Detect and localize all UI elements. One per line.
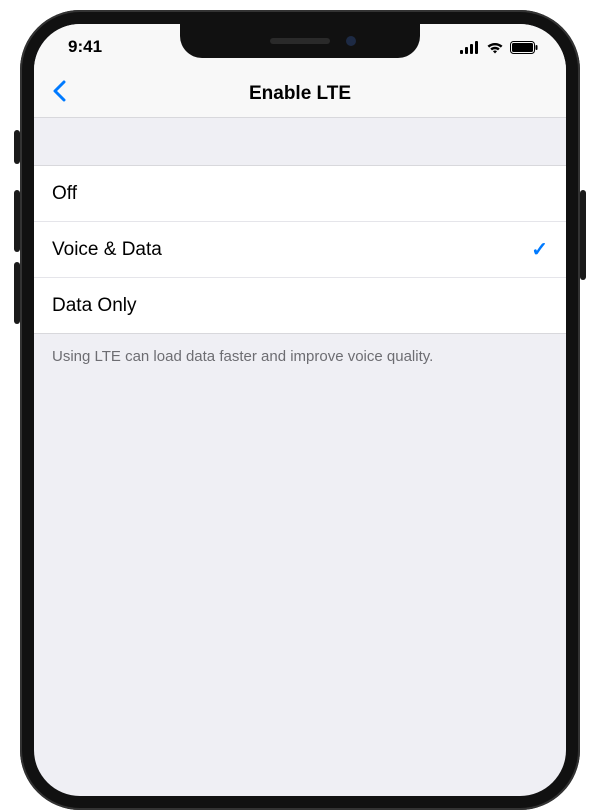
front-camera: [346, 36, 356, 46]
status-indicators: [460, 41, 538, 54]
option-data-only[interactable]: Data Only: [34, 278, 566, 334]
nav-bar: Enable LTE: [34, 70, 566, 118]
phone-screen: 9:41: [34, 24, 566, 796]
notch: [180, 24, 420, 58]
battery-icon: [510, 41, 538, 54]
side-button: [580, 190, 586, 280]
option-label: Off: [52, 183, 77, 205]
wifi-icon: [486, 41, 504, 54]
options-list: Off Voice & Data ✓ Data Only: [34, 166, 566, 334]
checkmark-icon: ✓: [531, 237, 548, 262]
cellular-signal-icon: [460, 41, 480, 54]
chevron-left-icon: [52, 80, 66, 107]
phone-frame: 9:41: [20, 10, 580, 810]
status-time: 9:41: [68, 37, 138, 57]
option-voice-and-data[interactable]: Voice & Data ✓: [34, 222, 566, 278]
speaker-grille: [270, 38, 330, 44]
option-off[interactable]: Off: [34, 166, 566, 222]
option-label: Voice & Data: [52, 239, 162, 261]
page-title: Enable LTE: [34, 83, 566, 105]
footer-note: Using LTE can load data faster and impro…: [34, 334, 566, 379]
section-spacer: [34, 118, 566, 166]
option-label: Data Only: [52, 295, 136, 317]
back-button[interactable]: [44, 70, 74, 117]
